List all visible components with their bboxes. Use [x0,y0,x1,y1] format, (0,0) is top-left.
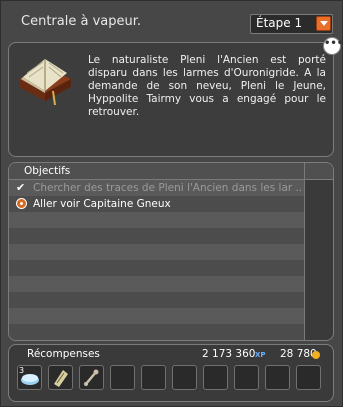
empty-row [9,212,304,228]
reward-slot-empty [110,365,135,390]
reward-slot-empty [203,365,228,390]
empty-row [9,324,304,340]
rewards-panel: Récompenses 2 173 360 XP 28 780 3 [8,344,334,402]
more-icon[interactable]: ••• [323,37,343,55]
quest-window: Centrale à vapeur. Étape 1 Le naturalist… [0,0,343,407]
empty-row [9,228,304,244]
book-icon [19,59,71,106]
reward-slot-empty [265,365,290,390]
objectives-list: ✔ Chercher des traces de Pleni l'Ancien … [9,180,304,340]
reward-slot[interactable] [48,365,73,390]
objectives-panel: Objectifs ✔ Chercher des traces de Pleni… [8,162,334,341]
empty-row [9,308,304,324]
objective-row[interactable]: ✔ Chercher des traces de Pleni l'Ancien … [9,180,304,196]
column-divider [304,163,305,340]
quest-description: Le naturaliste Pleni l'Ancien est porté … [88,54,326,118]
reward-slot-empty [141,365,166,390]
reward-slot-empty [296,365,321,390]
objectives-header-label: Objectifs [24,165,71,177]
empty-row [9,276,304,292]
objectives-header: Objectifs [9,163,333,180]
objective-text: Aller voir Capitaine Gneux [33,198,171,210]
go-icon[interactable] [16,198,27,209]
empty-row [9,244,304,260]
reward-slot-empty [234,365,259,390]
objective-text: Chercher des traces de Pleni l'Ancien da… [33,182,301,194]
xp-icon: XP [255,351,266,359]
objective-row[interactable]: Aller voir Capitaine Gneux [9,196,304,212]
empty-row [9,260,304,276]
reward-slot[interactable]: 3 [17,365,42,390]
xp-value: 2 173 360 [202,348,256,360]
reward-slot-empty [172,365,197,390]
bone-icon [84,369,99,386]
step-dropdown-value: Étape 1 [256,16,303,30]
rewards-label: Récompenses [27,348,100,360]
step-dropdown[interactable]: Étape 1 [250,14,333,34]
kamas-icon [312,351,320,359]
reward-slot[interactable] [79,365,104,390]
checkmark-icon: ✔ [16,181,26,194]
chevron-down-icon[interactable] [316,16,331,31]
quest-title: Centrale à vapeur. [21,14,141,29]
slot-quantity: 3 [19,366,25,375]
scroll-icon [54,370,68,387]
empty-row [9,292,304,308]
description-panel: Le naturaliste Pleni l'Ancien est porté … [8,42,334,157]
